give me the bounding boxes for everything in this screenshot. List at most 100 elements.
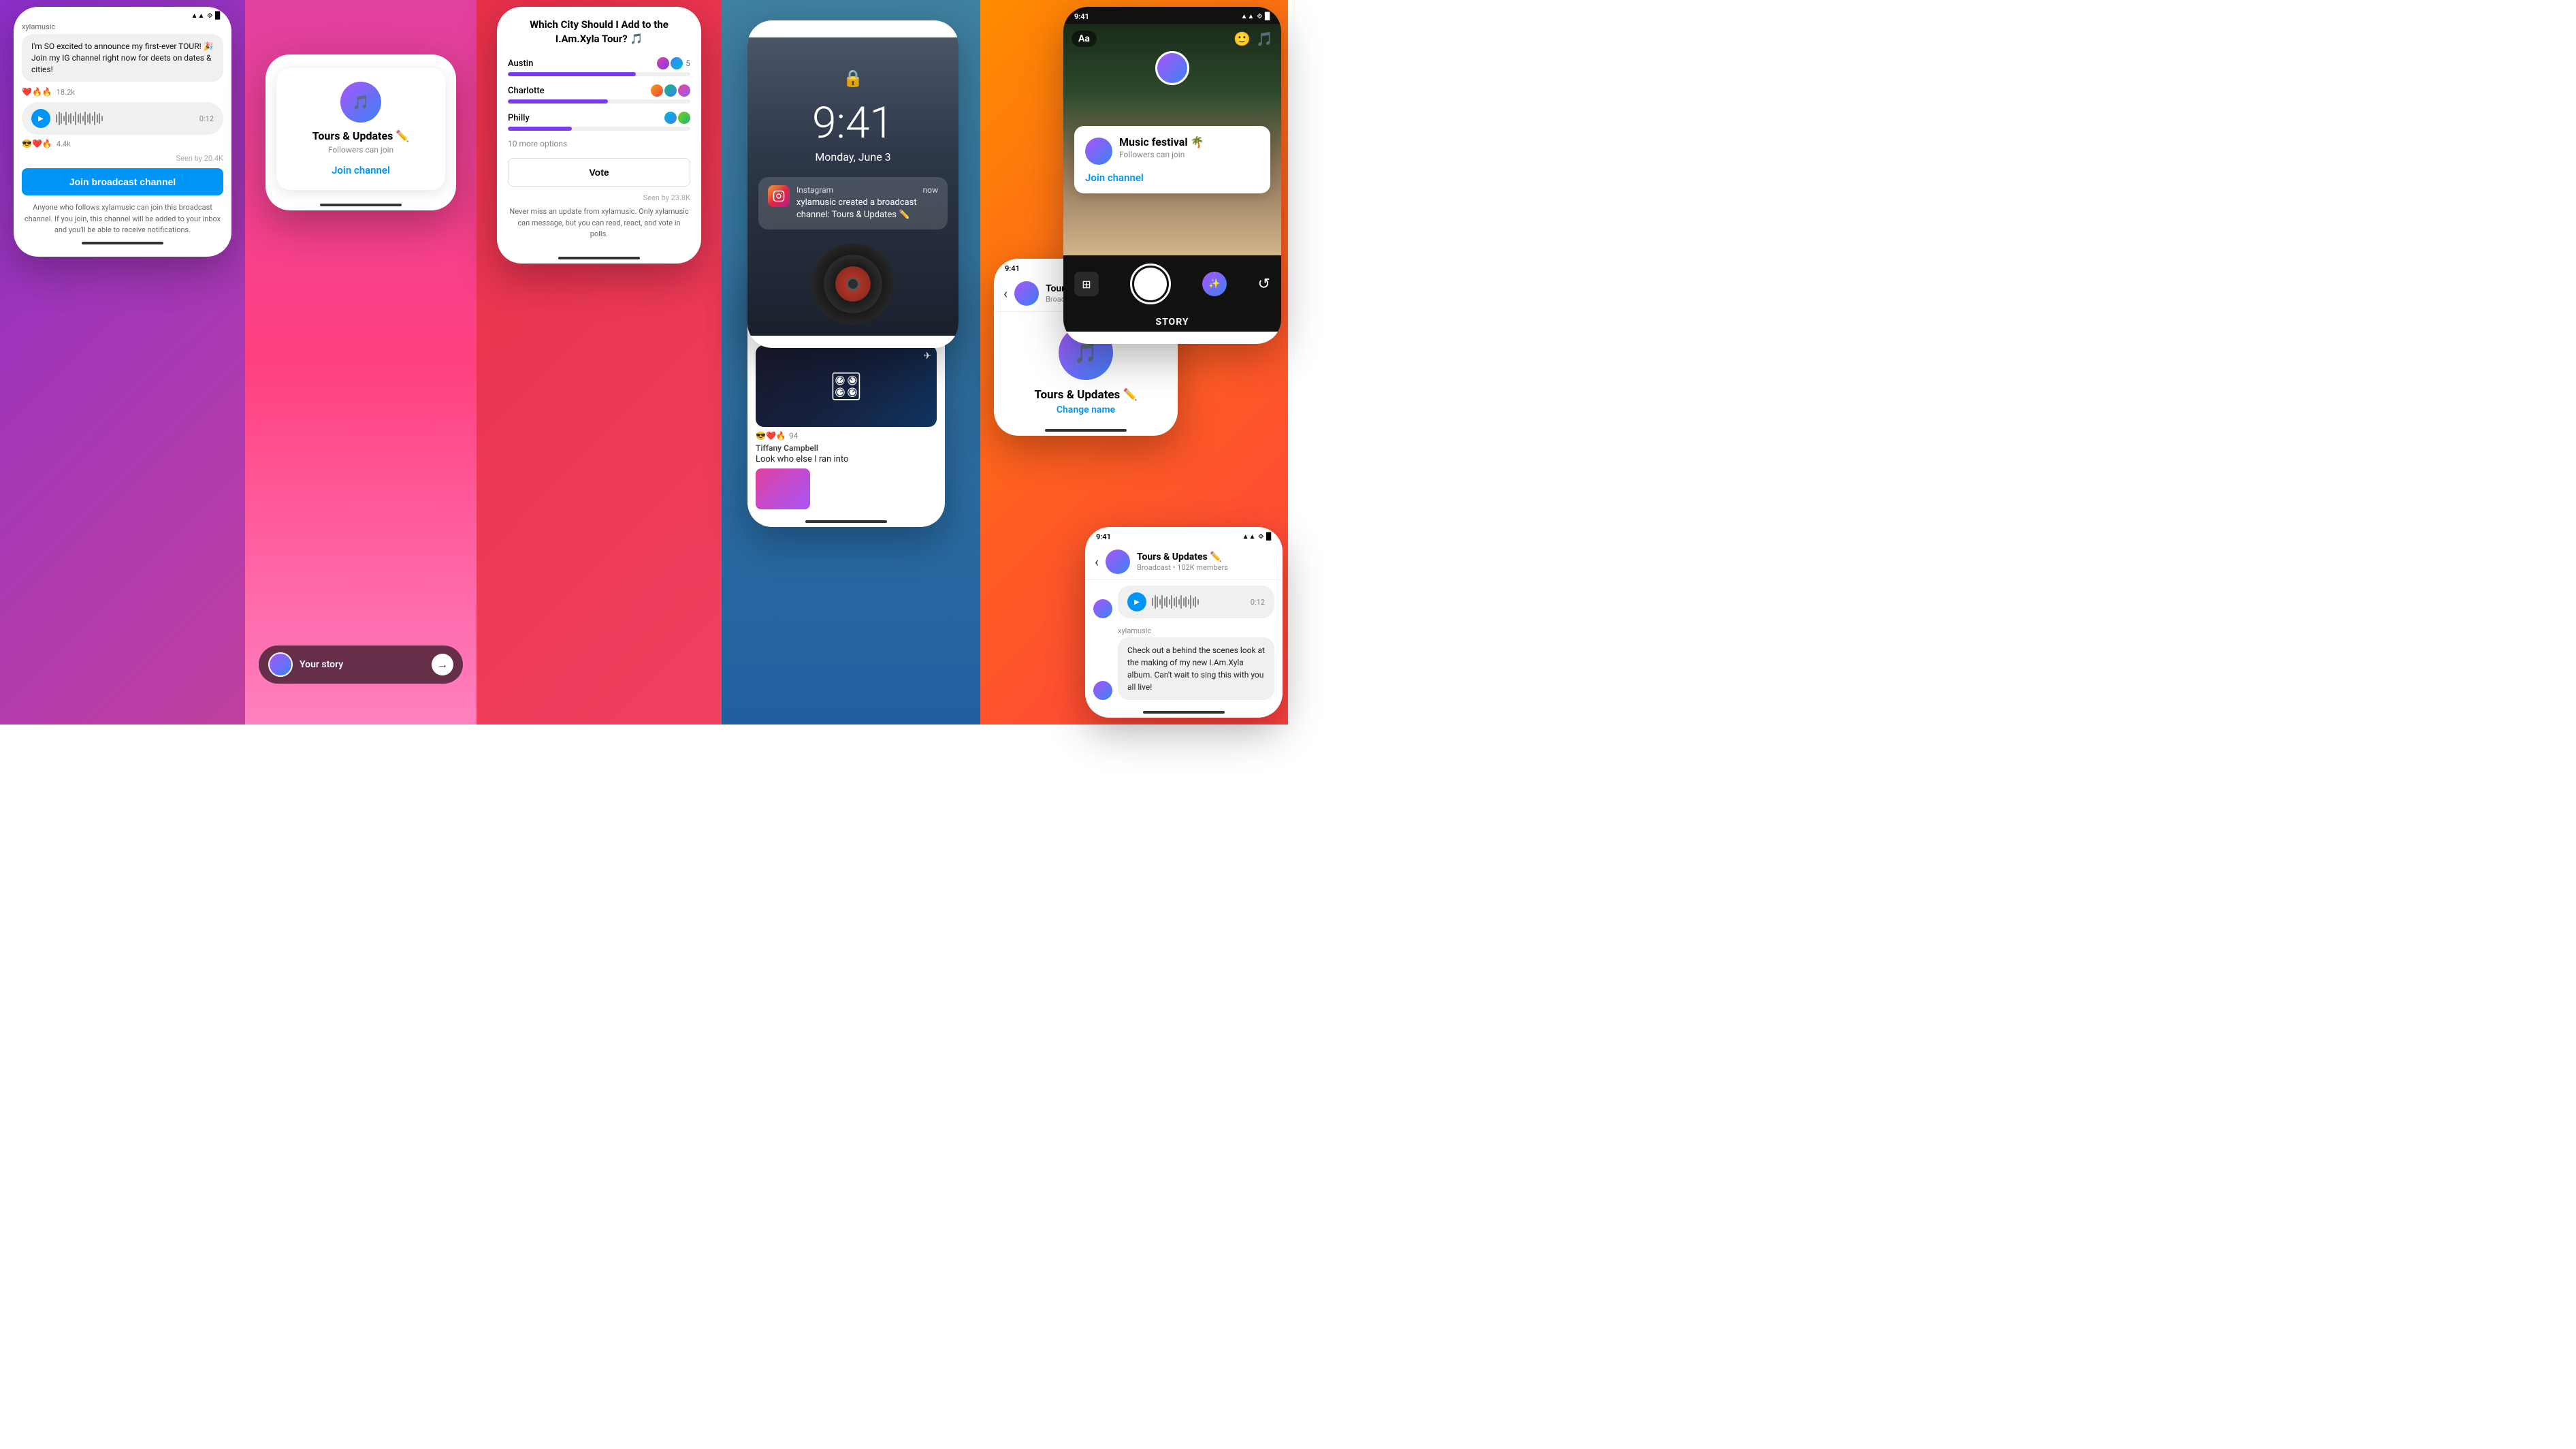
notif-header: Instagram now — [796, 185, 938, 195]
status-icons-1: ▲▲ ⟐ ▉ — [191, 12, 221, 20]
camera-music-icon[interactable]: 🎵 — [1256, 31, 1273, 47]
audio-bubble-1[interactable]: ▶ 0:12 — [22, 102, 223, 135]
camera-text-button[interactable]: Aa — [1072, 31, 1097, 47]
rotate-button[interactable]: ↺ — [1258, 276, 1270, 293]
status-icons-7: ▲▲ ⟐ ▉ — [1241, 13, 1270, 20]
poll-mini-avatar-2 — [671, 57, 683, 69]
camera-smiley-icon[interactable]: 🙂 — [1234, 31, 1251, 47]
popup-avatar — [1085, 138, 1112, 165]
poll-option-name-charlotte: Charlotte — [508, 86, 545, 96]
nav-title-8: Tours & Updates ✏️ — [1137, 552, 1273, 563]
shutter-inner — [1134, 268, 1167, 300]
followers-can-join: Followers can join — [290, 145, 432, 155]
thumbnail-small-4 — [756, 468, 810, 509]
grid-icon-button[interactable]: ⊞ — [1074, 272, 1099, 296]
poll-austin-avatars — [657, 57, 683, 69]
vinyl-record — [812, 243, 894, 325]
more-options: 10 more options — [508, 139, 690, 148]
dj-image-placeholder: ✈ 🎛 — [756, 345, 937, 427]
phone-tours-card: 🎵 Tours & Updates ✏️ Followers can join … — [265, 54, 456, 210]
section-purple: ▲▲ ⟐ ▉ xylamusic I'm SO excited to annou… — [0, 0, 245, 724]
popup-channel-subtitle: Followers can join — [1119, 150, 1204, 159]
poll-container: Which City Should I Add to the I.Am.Xyla… — [497, 7, 701, 251]
reaction-row2-4: 😎❤️🔥 94 — [756, 431, 937, 441]
camera-tools: 🙂 🎵 — [1234, 31, 1273, 47]
channel-card: 🎵 Tours & Updates ✏️ Followers can join … — [276, 68, 445, 190]
poll-bar-charlotte-fill — [508, 99, 608, 104]
waveform-1 — [56, 112, 194, 125]
status-icons-8: ▲▲ ⟐ ▉ — [1242, 533, 1272, 541]
notif-app: Instagram — [796, 185, 833, 195]
channel-popup: Music festival 🌴 Followers can join Join… — [1074, 126, 1270, 193]
vote-button[interactable]: Vote — [508, 158, 690, 187]
poll-philly-avatars — [664, 112, 690, 124]
status-bar-8: 9:41 ▲▲ ⟐ ▉ — [1085, 527, 1283, 544]
story-row[interactable]: Your story → — [259, 646, 463, 684]
instagram-notif-icon — [768, 185, 790, 207]
signal-icon: ▲▲ — [191, 12, 205, 20]
wifi-icon-7: ⟐ — [1257, 13, 1262, 20]
story-label-row: STORY — [1063, 313, 1281, 332]
home-indicator-8 — [1143, 711, 1225, 714]
lock-icon: 🔒 — [758, 69, 948, 88]
story-user-avatar — [1155, 51, 1189, 85]
look-text-4: Look who else I ran into — [756, 454, 937, 464]
change-name-link[interactable]: Change name — [1005, 404, 1167, 415]
reaction-count-1: 18.2k — [57, 88, 75, 97]
battery-icon: ▉ — [215, 12, 221, 20]
lock-screen: 🔒 9:41 Monday, June 3 Instagram now — [747, 37, 959, 336]
poll-option-philly: Philly — [508, 112, 690, 131]
phone-camera-story: 9:41 ▲▲ ⟐ ▉ Aa 🙂 🎵 — [1063, 7, 1281, 344]
reactions2-4: 😎❤️🔥 — [756, 431, 786, 441]
dj-image: ✈ 🎛 — [756, 345, 937, 427]
poll-bar-philly-fill — [508, 127, 572, 131]
status-bar-7: 9:41 ▲▲ ⟐ ▉ — [1063, 7, 1281, 24]
popup-text-group: Music festival 🌴 Followers can join — [1119, 136, 1204, 166]
story-arrow[interactable]: → — [432, 654, 453, 675]
poll-bar-austin-bg — [508, 72, 690, 76]
home-indicator-5 — [1045, 429, 1127, 432]
back-arrow-5[interactable]: ‹ — [1003, 285, 1008, 302]
text-msg-group: xylamusic Check out a behind the scenes … — [1118, 626, 1274, 700]
signal-icon-7: ▲▲ — [1241, 13, 1255, 20]
play-button[interactable]: ▶ — [31, 109, 50, 128]
vinyl-center — [846, 277, 860, 291]
audio-reaction-row: 😎❤️🔥 4.4k — [22, 139, 223, 148]
wifi-icon-6: ⟐ — [934, 27, 939, 34]
channel-hero-name: Tours & Updates ✏️ — [1005, 388, 1167, 402]
dj-visual: 🎛 — [829, 370, 864, 402]
poll-mini-avatar-7 — [678, 112, 690, 124]
username-label: xylamusic — [22, 22, 223, 31]
battery-icon-8: ▉ — [1266, 533, 1272, 541]
msg-text-bubble-8: Check out a behind the scenes look at th… — [1118, 637, 1274, 700]
play-button-8[interactable]: ▶ — [1127, 592, 1146, 611]
signal-icon-8: ▲▲ — [1242, 533, 1256, 541]
time-8: 9:41 — [1096, 532, 1111, 541]
poll-bar-charlotte-bg — [508, 99, 690, 104]
reaction-row-1: ❤️🔥🔥 18.2k — [22, 87, 223, 97]
back-arrow-8[interactable]: ‹ — [1095, 554, 1099, 570]
sender2-4: Tiffany Campbell — [756, 443, 937, 453]
shutter-button[interactable] — [1130, 264, 1171, 304]
poll-title: Which City Should I Add to the I.Am.Xyla… — [508, 18, 690, 46]
battery-icon-7: ▉ — [1265, 13, 1270, 20]
poll-option-charlotte: Charlotte — [508, 84, 690, 104]
seen-by-1: Seen by 20.4K — [22, 154, 223, 163]
story-text: Your story — [300, 659, 432, 670]
home-indicator-7 — [1131, 337, 1213, 340]
poll-option-header-charlotte: Charlotte — [508, 84, 690, 97]
join-broadcast-button[interactable]: Join broadcast channel — [22, 168, 223, 195]
poll-option-austin: Austin 5 — [508, 57, 690, 76]
join-channel-link[interactable]: Join channel — [290, 164, 432, 176]
waveform-8 — [1152, 595, 1245, 609]
phone-lock-screen: 9:41 ▲▲ ⟐ ▉ 🔒 9:41 Monday, June 3 — [747, 20, 959, 348]
join-description: Anyone who follows xylamusic can join th… — [22, 202, 223, 236]
sparkle-button[interactable]: ✨ — [1202, 272, 1227, 296]
reaction-count2-4: 94 — [789, 431, 799, 441]
home-indicator-3 — [558, 257, 640, 259]
poll-mini-avatar-4 — [664, 84, 677, 97]
phone-poll: Which City Should I Add to the I.Am.Xyla… — [497, 7, 701, 264]
popup-join-link[interactable]: Join channel — [1085, 172, 1259, 184]
audio-msg-bubble-8[interactable]: ▶ 0:12 — [1118, 586, 1274, 618]
poll-option-header-austin: Austin 5 — [508, 57, 690, 69]
